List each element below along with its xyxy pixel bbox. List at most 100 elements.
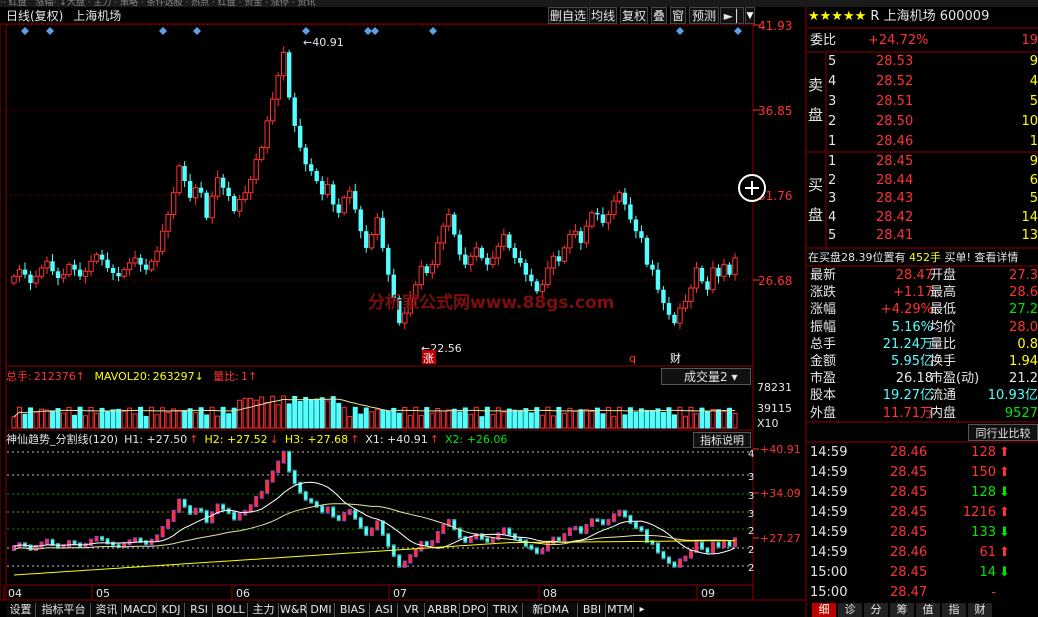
tick-vol: 128	[971, 485, 996, 500]
toolbar-button-4[interactable]: 窗	[670, 7, 686, 24]
candle	[214, 170, 221, 200]
bottom-tab-15[interactable]: TRIX	[489, 603, 523, 617]
volume-mavol-label: MAVOL20:	[94, 370, 151, 383]
tick-time: 15:00	[810, 585, 848, 600]
bottom-tab-14[interactable]: DPO	[461, 603, 488, 617]
candle	[600, 207, 606, 227]
indicator-help-button[interactable]: 指标说明	[693, 432, 751, 448]
indicator-candle	[694, 542, 698, 552]
tick-vol: 133	[971, 525, 996, 540]
quote-tab-4[interactable]: 值	[916, 603, 940, 617]
bottom-tab-0[interactable]: 设置	[6, 603, 36, 617]
quote-tab-1[interactable]: 诊	[838, 603, 862, 617]
bottom-tab-10[interactable]: BIAS	[336, 603, 370, 617]
bottom-tab-13[interactable]: ARBR	[426, 603, 460, 617]
buy-pos-link[interactable]: 买单! 查看详情	[945, 251, 1019, 264]
bottom-tab-12[interactable]: VR	[399, 603, 425, 617]
price-axis-label: 36.85	[758, 104, 792, 118]
toolbar-menu-icon[interactable]: ▼	[745, 7, 755, 24]
nav-arrow-button[interactable]: ►│	[720, 7, 744, 24]
event-diamond-icon	[429, 27, 437, 35]
volume-bar	[693, 413, 699, 429]
indicator-candle	[606, 520, 610, 524]
volume-bar	[435, 407, 441, 429]
indicator-h1: H1: +27.50	[124, 433, 188, 446]
candle	[452, 211, 457, 238]
candle-body-up	[192, 187, 199, 199]
quote-tab-0[interactable]: 细	[812, 603, 836, 617]
candle	[595, 207, 600, 221]
bottom-tab-2[interactable]: 资讯	[92, 603, 122, 617]
tick-price: 28.46	[890, 445, 928, 460]
x-axis-label: 08	[543, 587, 557, 600]
indicator-candle	[282, 452, 286, 462]
volume-bar	[385, 410, 391, 429]
volume-indicator-dropdown[interactable]: 成交量2 ▾	[661, 368, 751, 385]
quote-tab-3[interactable]: 筹	[890, 603, 914, 617]
bottom-tab-18[interactable]: MTM	[607, 603, 634, 617]
candle	[93, 252, 100, 264]
volume-bar	[132, 413, 138, 429]
bottom-tab-16[interactable]: 新DMA	[524, 603, 578, 617]
bottom-tab-8[interactable]: W&R	[280, 603, 307, 617]
bottom-tab-9[interactable]: DMI	[308, 603, 335, 617]
bottom-tab-6[interactable]: BOLL	[214, 603, 248, 617]
quote-tab-5[interactable]: 指	[942, 603, 966, 617]
candle	[220, 174, 226, 195]
level-price: 28.42	[876, 209, 914, 225]
toolbar-button-0[interactable]: 删自选	[548, 7, 588, 24]
bottom-tab-7[interactable]: 主力	[249, 603, 279, 617]
volume-bar	[506, 408, 512, 429]
volume-bar	[61, 412, 67, 429]
candle-body-down	[220, 177, 226, 188]
candle-body-up	[126, 262, 133, 271]
volume-bar	[314, 398, 320, 429]
toolbar-button-5[interactable]: 预测	[689, 7, 719, 24]
indicator-candle	[386, 534, 390, 546]
tab-scroll-icon[interactable]: ▸	[635, 603, 649, 617]
volume-bar	[336, 402, 342, 429]
candle	[44, 256, 50, 274]
candle	[529, 268, 534, 287]
indicator-candle	[320, 506, 324, 512]
bottom-tab-17[interactable]: BBI	[579, 603, 606, 617]
left-gutter	[0, 23, 7, 601]
toolbar-button-2[interactable]: 复权	[620, 7, 648, 24]
candle	[38, 265, 45, 279]
candle	[292, 92, 297, 132]
bottom-tab-1[interactable]: 指标平台	[37, 603, 91, 617]
volume-bar	[539, 414, 545, 429]
bottom-tab-3[interactable]: MACD	[123, 603, 157, 617]
bottom-tab-4[interactable]: KDJ	[158, 603, 185, 617]
candle	[187, 173, 193, 202]
candle	[286, 49, 292, 100]
toolbar-button-3[interactable]: 叠	[651, 7, 667, 24]
quote-tab-2[interactable]: 分	[864, 603, 888, 617]
tick-row: 14:59 28.45 133 ⬇	[808, 523, 1038, 543]
industry-compare-button[interactable]: 同行业比较	[968, 424, 1038, 441]
indicator-candle	[584, 525, 588, 533]
volume-bar	[275, 404, 281, 429]
buy-level-row: 1 28.45 9	[808, 152, 1038, 172]
candle	[60, 268, 67, 283]
volume-bar	[655, 408, 661, 429]
quote-tab-6[interactable]: 财	[968, 603, 992, 617]
buy-pos-text: 在买盘28.39位置有	[808, 251, 906, 264]
level-num: 5	[828, 228, 837, 243]
bottom-tab-5[interactable]: RSI	[186, 603, 213, 617]
bottom-tab-11[interactable]: ASI	[371, 603, 398, 617]
toolbar-button-1[interactable]: 均线	[589, 7, 617, 24]
candle-body-up	[82, 270, 89, 277]
candle-body-up	[93, 254, 100, 262]
tick-time: 14:59	[810, 525, 848, 540]
candle	[264, 116, 270, 154]
candle-body-up	[567, 234, 573, 249]
candle	[661, 286, 666, 311]
event-diamond-icon	[159, 27, 167, 35]
candle	[99, 249, 105, 266]
tick-row: 14:59 28.46 128 ⬆	[808, 443, 1038, 463]
candle	[677, 303, 683, 330]
candle-body-up	[418, 265, 424, 286]
level-vol: 13	[1021, 228, 1038, 243]
candle	[170, 186, 177, 220]
